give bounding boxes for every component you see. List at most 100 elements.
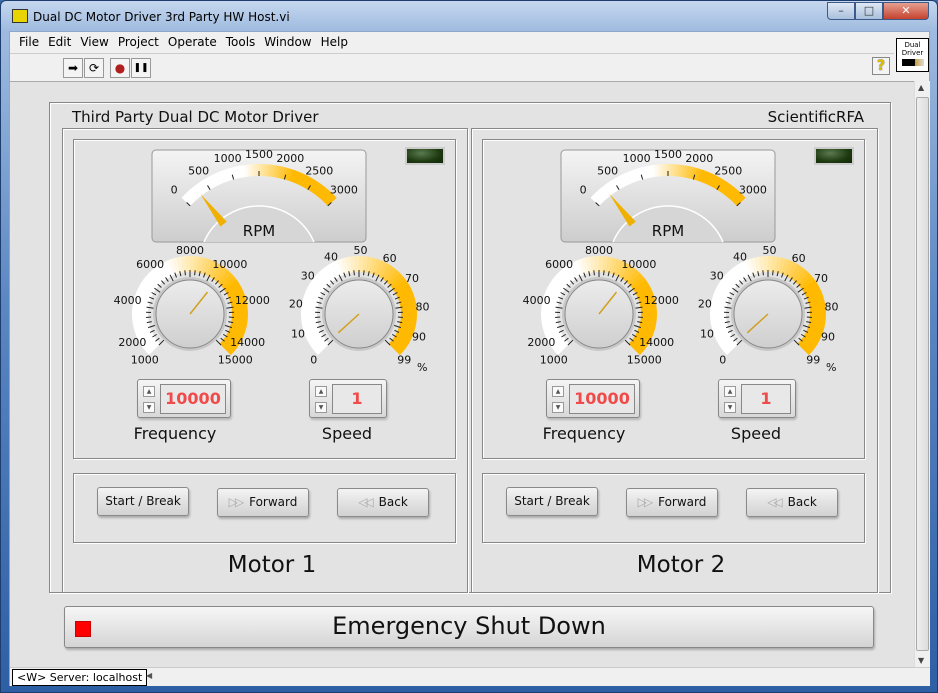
speed-tick-label: 20 <box>698 297 712 310</box>
frequency-tick <box>593 270 595 276</box>
maximize-button[interactable]: □ <box>855 2 883 20</box>
frequency-tick <box>158 339 165 346</box>
back-button[interactable]: ◁◁ Back <box>746 488 838 517</box>
frequency-increment-button[interactable]: ▲ <box>552 386 564 397</box>
run-button[interactable]: ➡ <box>63 58 83 78</box>
start-break-button[interactable]: Start / Break <box>506 487 598 516</box>
motor-panel-1: 0 500 1000 1500 2000 2500 3000 RPM 1000 2000 4000 6… <box>62 128 469 593</box>
frequency-tick-label: 1000 <box>540 353 568 366</box>
speed-tick-label: 10 <box>700 327 714 340</box>
frequency-tick-label: 12000 <box>235 294 270 307</box>
speed-tick-label: 70 <box>405 272 419 285</box>
speed-tick-label: 70 <box>814 272 828 285</box>
speed-tick-label: 99 <box>397 353 411 366</box>
frequency-input[interactable]: 10000 <box>160 384 226 414</box>
minimize-button[interactable]: – <box>827 2 855 20</box>
rpm-tick-label: 0 <box>171 184 178 197</box>
menu-file[interactable]: File <box>19 32 46 52</box>
frequency-tick-label: 14000 <box>639 336 674 349</box>
toolbar: ➡ ⟳ ● ❚❚ <box>10 53 894 79</box>
rpm-tick-label: 500 <box>188 164 209 177</box>
speed-decrement-button[interactable]: ▼ <box>724 402 736 413</box>
menu-window[interactable]: Window <box>264 32 318 52</box>
panel-title: Third Party Dual DC Motor Driver <box>72 108 319 126</box>
labview-vi-icon <box>12 9 28 23</box>
pause-button[interactable]: ❚❚ <box>131 58 151 78</box>
rpm-tick-label: 1500 <box>245 148 273 161</box>
speed-tick-label: 20 <box>289 297 303 310</box>
forward-icon: ▷▷ <box>637 495 654 509</box>
frequency-increment-button[interactable]: ▲ <box>143 386 155 397</box>
speed-tick-label: 0 <box>719 353 726 366</box>
frequency-control: ▲ ▼ 10000 <box>137 379 231 418</box>
menu-operate[interactable]: Operate <box>168 32 224 52</box>
speed-tick <box>384 339 391 346</box>
start-break-label: Start / Break <box>105 494 181 508</box>
menu-tools[interactable]: Tools <box>226 32 263 52</box>
speed-input[interactable]: 1 <box>332 384 382 414</box>
menu-help[interactable]: Help <box>321 32 355 52</box>
speed-decrement-button[interactable]: ▼ <box>315 402 327 413</box>
scroll-up-arrow[interactable]: ▲ <box>918 83 924 92</box>
brand-label: ScientificRFA <box>767 108 864 126</box>
speed-label: Speed <box>730 424 782 443</box>
context-help-button[interactable]: ? <box>872 57 890 75</box>
rpm-tick-label: 2500 <box>714 164 742 177</box>
frequency-decrement-button[interactable]: ▼ <box>552 402 564 413</box>
speed-tick-label: 10 <box>291 327 305 340</box>
motor-name: Motor 1 <box>227 552 317 578</box>
speed-tick-label: 0 <box>310 353 317 366</box>
frequency-tick-label: 1000 <box>131 353 159 366</box>
status-bar: <W> Server: localhost ◀ <box>10 667 930 686</box>
scroll-down-arrow[interactable]: ▼ <box>918 656 924 665</box>
speed-tick-label: 80 <box>825 300 839 313</box>
speed-tick-label: 30 <box>710 270 724 283</box>
scroll-left-arrow[interactable]: ◀ <box>146 671 152 680</box>
menu-project[interactable]: Project <box>118 32 166 52</box>
forward-button[interactable]: ▷▷ Forward <box>217 488 309 517</box>
frequency-tick <box>194 270 196 276</box>
rpm-tick-label: 1000 <box>623 152 651 165</box>
rpm-tick-label: 2500 <box>305 164 333 177</box>
frequency-tick-label: 15000 <box>218 353 253 366</box>
frequency-decrement-button[interactable]: ▼ <box>143 402 155 413</box>
back-icon: ◁◁ <box>358 495 374 509</box>
vi-icon: Dual Driver <box>896 38 929 72</box>
start-break-button[interactable]: Start / Break <box>97 487 189 516</box>
rpm-tick-label: 2000 <box>276 152 304 165</box>
frequency-label: Frequency <box>542 424 626 443</box>
speed-label: Speed <box>321 424 373 443</box>
frequency-tick-label: 10000 <box>621 258 656 271</box>
menu-view[interactable]: View <box>80 32 115 52</box>
run-continuously-button[interactable]: ⟳ <box>84 58 104 78</box>
close-button[interactable]: ✕ <box>883 2 929 20</box>
speed-tick <box>762 270 764 276</box>
speed-tick <box>772 270 774 276</box>
speed-unit: % <box>417 361 427 374</box>
speed-increment-button[interactable]: ▲ <box>724 386 736 397</box>
frequency-tick <box>567 339 574 346</box>
rpm-tick-label: 2000 <box>685 152 713 165</box>
forward-button[interactable]: ▷▷ Forward <box>626 488 718 517</box>
emergency-shutdown-button[interactable]: Emergency Shut Down <box>64 606 874 648</box>
forward-icon: ▷▷ <box>228 495 245 509</box>
frequency-input[interactable]: 10000 <box>569 384 635 414</box>
speed-tick <box>732 287 740 294</box>
frequency-tick-label: 6000 <box>136 258 164 271</box>
speed-input[interactable]: 1 <box>741 384 791 414</box>
server-status: <W> Server: localhost <box>12 669 148 686</box>
speed-tick-label: 30 <box>301 270 315 283</box>
scroll-thumb[interactable] <box>916 97 929 651</box>
speed-tick <box>363 270 365 276</box>
back-button[interactable]: ◁◁ Back <box>337 488 429 517</box>
menu-edit[interactable]: Edit <box>48 32 78 52</box>
gauges-svg: 05001000 1500 200025003000RPM1000200040006… <box>114 148 430 374</box>
abort-button[interactable]: ● <box>110 58 130 78</box>
motor-panel-2: 0 500 1000 1500 2000 2500 3000 RPM 1000 2000 4000 6… <box>471 128 878 593</box>
speed-increment-button[interactable]: ▲ <box>315 386 327 397</box>
back-label: Back <box>378 495 408 509</box>
frequency-tick <box>603 270 605 276</box>
emergency-label: Emergency Shut Down <box>332 612 606 640</box>
vertical-scrollbar[interactable]: ▲ ▼ <box>914 81 930 667</box>
frequency-tick <box>627 287 635 294</box>
